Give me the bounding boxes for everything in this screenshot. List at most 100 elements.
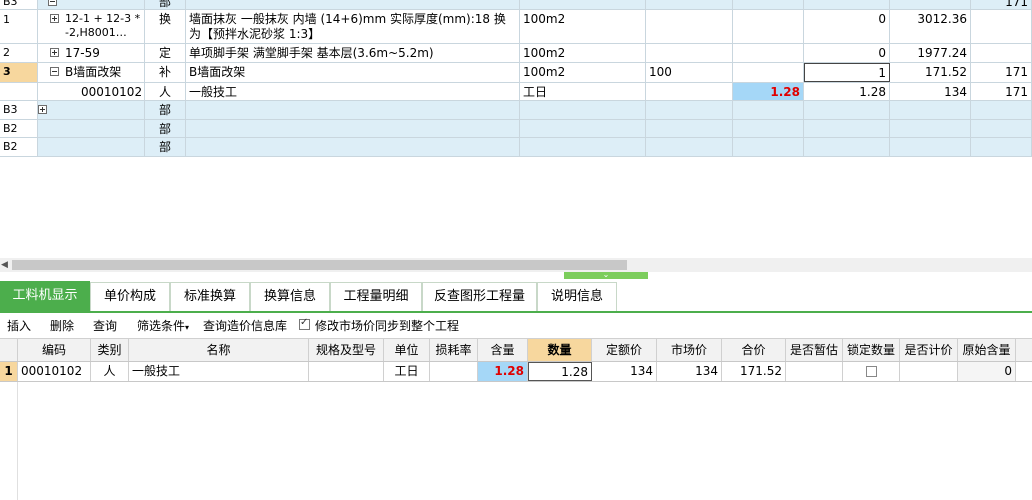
cell-unit[interactable]: 100m2 [520,63,646,82]
table-row[interactable]: 3 B墙面改架 补 B墙面改架 100m2 100 1 171.52 171 [0,63,1032,83]
scroll-left-icon[interactable]: ◀ [1,260,8,270]
header-quantity[interactable]: 数量 [528,339,592,361]
header-lock-quantity[interactable]: 锁定数量 [843,339,900,361]
cell-content[interactable] [733,44,804,62]
cell-content[interactable] [733,120,804,137]
tab-conversion-info[interactable]: 换算信息 [250,282,330,311]
cell-type[interactable]: 部 [145,0,186,9]
header-code[interactable]: 编码 [18,339,91,361]
tab-reverse-graphic-quantity[interactable]: 反查图形工程量 [422,282,537,311]
horizontal-scrollbar[interactable]: ◀ [0,258,1032,272]
table-row[interactable]: B2 部 [0,120,1032,138]
cell-code[interactable] [38,120,145,137]
cell-unit[interactable] [520,0,646,9]
collapse-icon[interactable] [50,67,59,76]
header-quota-price[interactable]: 定额价 [592,339,657,361]
sync-market-price-checkbox[interactable] [299,317,310,330]
cell-unit[interactable]: 100m2 [520,10,646,43]
cell-quota-price[interactable]: 134 [592,362,657,381]
cell-type[interactable]: 部 [145,138,186,156]
panel-splitter-handle[interactable]: ⌄ [564,271,648,279]
cell-market-price[interactable]: 134 [657,362,722,381]
cell-type[interactable]: 定 [145,44,186,62]
scrollbar-thumb[interactable] [12,260,627,270]
cell-qty-expr[interactable] [646,101,733,119]
cell-qty[interactable] [804,120,890,137]
expand-icon[interactable] [50,14,59,23]
cell-type[interactable]: 换 [145,10,186,43]
cell-type[interactable]: 人 [91,362,129,381]
cell-total[interactable] [971,44,1032,62]
tab-quantity-details[interactable]: 工程量明细 [330,282,422,311]
cell-name[interactable] [186,138,520,156]
cell-content[interactable] [733,10,804,43]
header-market-price[interactable]: 市场价 [657,339,722,361]
cell-qty-expr[interactable] [646,138,733,156]
cell-total[interactable]: 171.52 [722,362,786,381]
cell-code[interactable] [38,138,145,156]
tab-unit-price-composition[interactable]: 单价构成 [90,282,170,311]
cell-total[interactable]: 171 [971,63,1032,82]
cell-code[interactable]: 00010102 [38,83,145,100]
header-is-priced[interactable]: 是否计价 [900,339,958,361]
header-total[interactable]: 合价 [722,339,786,361]
cell-qty[interactable] [804,101,890,119]
tab-labor-material-machine[interactable]: 工料机显示 [0,281,90,311]
cell-unit[interactable]: 工日 [520,83,646,100]
lock-quantity-checkbox[interactable] [865,366,877,377]
cell-unit[interactable] [520,101,646,119]
insert-button[interactable]: 插入 [7,318,31,334]
cell-type[interactable]: 人 [145,83,186,100]
header-spec[interactable]: 规格及型号 [309,339,384,361]
cell-name[interactable]: B墙面改架 [186,63,520,82]
cell-unit[interactable] [520,138,646,156]
header-content[interactable]: 含量 [478,339,528,361]
cell-qty[interactable]: 1.28 [804,83,890,100]
header-name[interactable]: 名称 [129,339,309,361]
query-price-library-button[interactable]: 查询造价信息库 [203,318,287,334]
table-row[interactable]: 1 00010102 人 一般技工 工日 1.28 1.28 134 134 1… [0,362,1032,382]
cell-content[interactable]: 1.28 [478,362,528,381]
cell-qty[interactable]: 0 [804,44,890,62]
filter-dropdown[interactable]: 筛选条件▾ [137,318,189,336]
table-row[interactable]: B3 部 171 [0,0,1032,10]
cell-name[interactable]: 墙面抹灰 一般抹灰 内墙 (14+6)mm 实际厚度(mm):18 换为【预拌水… [186,10,520,43]
cell-code[interactable]: 00010102 [18,362,91,381]
cell-total[interactable] [971,10,1032,43]
expand-icon[interactable] [38,105,47,114]
query-button[interactable]: 查询 [93,318,117,334]
cell-name[interactable] [186,0,520,9]
cell-loss-rate[interactable] [430,362,478,381]
cell-unit-price[interactable] [890,138,971,156]
cell-code[interactable]: 12-1 + 12-3 * -2,H8001… [38,10,145,43]
cell-unit-price[interactable]: 171.52 [890,63,971,82]
table-row[interactable]: B2 部 [0,138,1032,157]
cell-qty[interactable] [804,0,890,9]
cell-unit[interactable]: 工日 [384,362,430,381]
table-row[interactable]: 00010102 人 一般技工 工日 1.28 1.28 134 171 [0,83,1032,101]
cell-qty-expr[interactable] [646,120,733,137]
cell-is-estimate[interactable] [786,362,843,381]
tab-description[interactable]: 说明信息 [537,282,617,311]
cell-unit-price[interactable] [890,101,971,119]
header-loss-rate[interactable]: 损耗率 [430,339,478,361]
cell-name[interactable]: 一般技工 [186,83,520,100]
collapse-icon[interactable] [48,0,57,6]
header-type[interactable]: 类别 [91,339,129,361]
cell-content[interactable]: 1.28 [733,83,804,100]
cell-qty-expr[interactable] [646,0,733,9]
delete-button[interactable]: 删除 [50,318,74,334]
cell-unit-price[interactable]: 3012.36 [890,10,971,43]
cell-qty[interactable]: 1 [804,63,890,82]
cell-code[interactable]: 17-59 [38,44,145,62]
cell-type[interactable]: 补 [145,63,186,82]
header-original-content[interactable]: 原始含量 [958,339,1016,361]
cell-type[interactable]: 部 [145,101,186,119]
cell-spec[interactable] [309,362,384,381]
cell-code[interactable] [38,101,145,119]
header-is-estimate[interactable]: 是否暂估 [786,339,843,361]
cell-type[interactable]: 部 [145,120,186,137]
cell-name[interactable] [186,120,520,137]
cell-qty[interactable]: 0 [804,10,890,43]
cell-code[interactable] [38,0,145,9]
